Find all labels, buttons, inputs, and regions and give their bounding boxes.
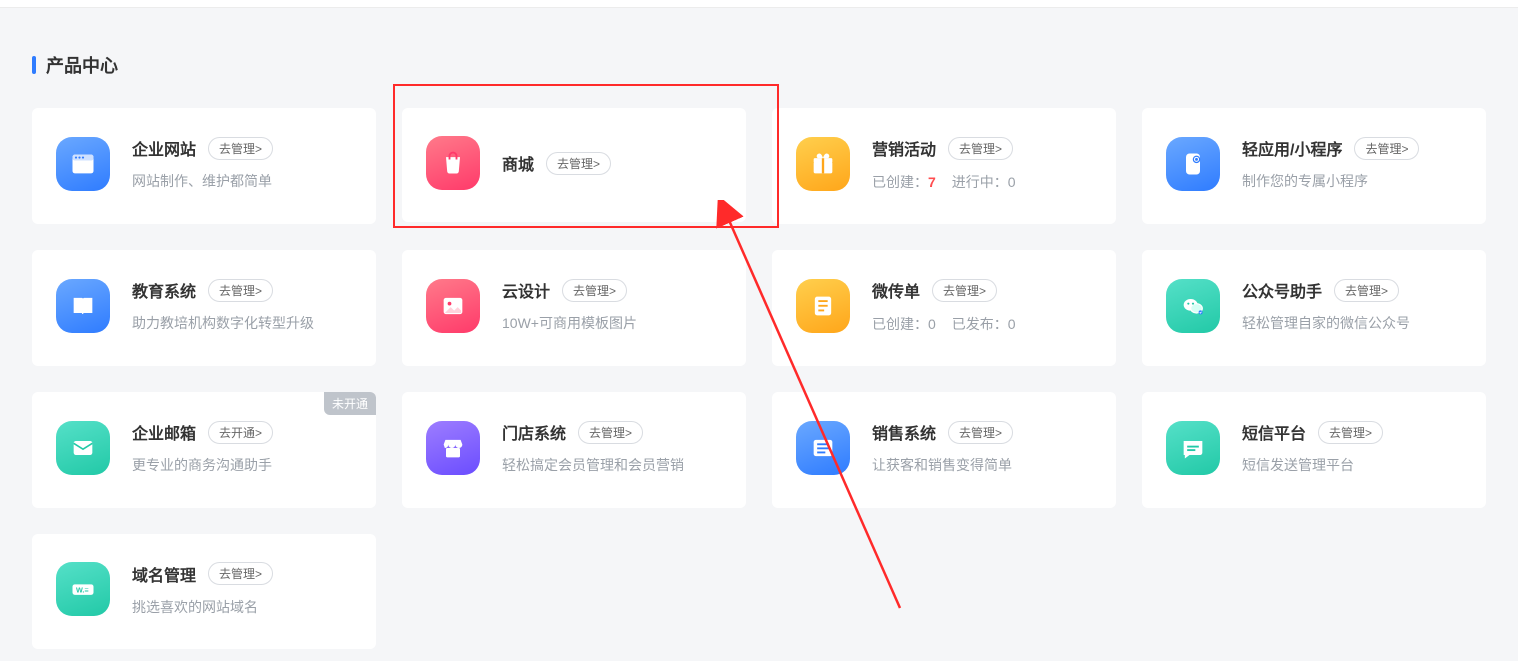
top-bar [0, 0, 1518, 8]
miniapp-icon [1166, 137, 1220, 191]
section-title: 产品中心 [32, 52, 1486, 78]
card-miniapp[interactable]: 轻应用/小程序 去管理> 制作您的专属小程序 [1142, 108, 1486, 224]
gift-icon [796, 137, 850, 191]
manage-button[interactable]: 去管理> [1334, 279, 1399, 302]
card-desc: 挑选喜欢的网站域名 [132, 598, 354, 618]
domain-icon: W.≡ [56, 562, 110, 616]
card-sms[interactable]: 短信平台 去管理> 短信发送管理平台 [1142, 392, 1486, 508]
card-enterprise-mail[interactable]: 未开通 企业邮箱 去开通> 更专业的商务沟通助手 [32, 392, 376, 508]
manage-button[interactable]: 去管理> [1318, 421, 1383, 444]
stat-label: 已创建： [872, 316, 928, 332]
website-icon [56, 137, 110, 191]
manage-button[interactable]: 去管理> [932, 279, 997, 302]
card-sales-system[interactable]: 销售系统 去管理> 让获客和销售变得简单 [772, 392, 1116, 508]
card-title: 域名管理 [132, 562, 196, 586]
card-flyer[interactable]: 微传单 去管理> 已创建：0 已发布：0 [772, 250, 1116, 366]
stat-value: 0 [1008, 316, 1016, 332]
card-desc: 更专业的商务沟通助手 [132, 456, 354, 476]
card-store-system[interactable]: 门店系统 去管理> 轻松搞定会员管理和会员营销 [402, 392, 746, 508]
stat-label: 已创建： [872, 174, 928, 190]
card-title: 短信平台 [1242, 420, 1306, 444]
book-icon [56, 279, 110, 333]
stat-value: 0 [1008, 174, 1016, 190]
image-icon [426, 279, 480, 333]
mail-icon [56, 421, 110, 475]
card-mall[interactable]: 商城 去管理> [402, 108, 746, 222]
card-desc: 网站制作、维护都简单 [132, 172, 354, 192]
card-title: 教育系统 [132, 278, 196, 302]
not-open-tag: 未开通 [324, 392, 376, 415]
card-domain[interactable]: W.≡ 域名管理 去管理> 挑选喜欢的网站域名 [32, 534, 376, 650]
card-desc: 让获客和销售变得简单 [872, 456, 1094, 476]
manage-button[interactable]: 去管理> [208, 562, 273, 585]
card-cloud-design[interactable]: 云设计 去管理> 10W+可商用模板图片 [402, 250, 746, 366]
card-desc: 制作您的专属小程序 [1242, 172, 1464, 192]
card-title: 公众号助手 [1242, 278, 1322, 302]
card-title: 轻应用/小程序 [1242, 136, 1342, 160]
card-title: 企业邮箱 [132, 420, 196, 444]
manage-button[interactable]: 去管理> [208, 279, 273, 302]
manage-button[interactable]: 去管理> [578, 421, 643, 444]
manage-button[interactable]: 去管理> [208, 137, 273, 160]
card-title: 企业网站 [132, 136, 196, 160]
stat-value: 7 [928, 174, 936, 190]
card-desc: 短信发送管理平台 [1242, 456, 1464, 476]
card-desc: 轻松搞定会员管理和会员营销 [502, 456, 724, 476]
open-button[interactable]: 去开通> [208, 421, 273, 444]
card-marketing[interactable]: 营销活动 去管理> 已创建：7 进行中：0 [772, 108, 1116, 224]
section-title-text: 产品中心 [46, 52, 118, 78]
manage-button[interactable]: 去管理> [562, 279, 627, 302]
card-title: 云设计 [502, 278, 550, 302]
section-title-bar [32, 56, 36, 74]
card-title: 微传单 [872, 278, 920, 302]
card-desc: 轻松管理自家的微信公众号 [1242, 314, 1464, 334]
store-icon [426, 421, 480, 475]
product-grid: 企业网站 去管理> 网站制作、维护都简单 商城 去管理> [32, 108, 1486, 649]
message-icon [1166, 421, 1220, 475]
manage-button[interactable]: 去管理> [948, 137, 1013, 160]
card-desc: 助力教培机构数字化转型升级 [132, 314, 354, 334]
wechat-icon [1166, 279, 1220, 333]
stat-label: 进行中： [952, 174, 1008, 190]
card-stats: 已创建：7 进行中：0 [872, 172, 1094, 192]
card-stats: 已创建：0 已发布：0 [872, 314, 1094, 334]
list-icon [796, 421, 850, 475]
flyer-icon [796, 279, 850, 333]
stat-value: 0 [928, 316, 936, 332]
card-wechat-helper[interactable]: 公众号助手 去管理> 轻松管理自家的微信公众号 [1142, 250, 1486, 366]
card-title: 商城 [502, 151, 534, 175]
manage-button[interactable]: 去管理> [1354, 137, 1419, 160]
svg-text:W.≡: W.≡ [76, 586, 89, 595]
card-desc: 10W+可商用模板图片 [502, 314, 724, 334]
card-enterprise-website[interactable]: 企业网站 去管理> 网站制作、维护都简单 [32, 108, 376, 224]
manage-button[interactable]: 去管理> [546, 152, 611, 175]
card-title: 门店系统 [502, 420, 566, 444]
card-education[interactable]: 教育系统 去管理> 助力教培机构数字化转型升级 [32, 250, 376, 366]
card-title: 销售系统 [872, 420, 936, 444]
shopping-bag-icon [426, 136, 480, 190]
stat-label: 已发布： [952, 316, 1008, 332]
card-title: 营销活动 [872, 136, 936, 160]
manage-button[interactable]: 去管理> [948, 421, 1013, 444]
